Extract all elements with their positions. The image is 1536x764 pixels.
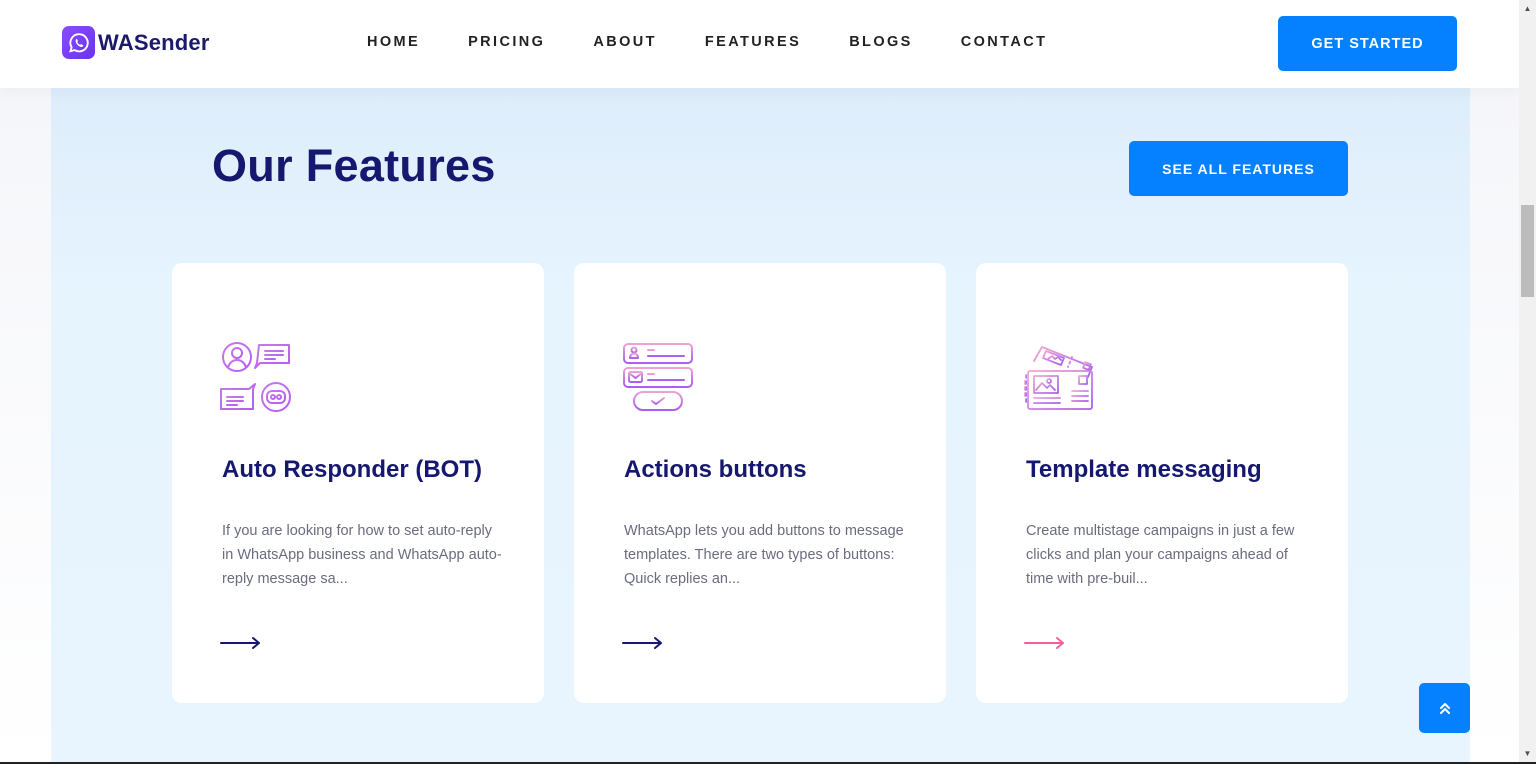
feature-card-actions-buttons[interactable]: Actions buttons WhatsApp lets you add bu… [574,263,946,703]
nav-item-contact[interactable]: CONTACT [961,34,1048,50]
scroll-up-arrow-icon[interactable]: ▲ [1519,0,1536,17]
features-section: Our Features SEE ALL FEATURES Auto Respo… [51,88,1470,762]
card-description: If you are looking for how to set auto-r… [222,523,502,587]
main-nav: HOME PRICING ABOUT FEATURES BLOGS CONTAC… [367,34,1095,50]
site-header: WASender HOME PRICING ABOUT FEATURES BLO… [0,0,1519,88]
brand-name: WASender [98,29,210,55]
card-title: Template messaging [1026,456,1262,483]
card-description: WhatsApp lets you add buttons to message… [624,523,904,587]
brand-logo[interactable]: WASender [62,26,210,59]
chat-bot-icon [220,342,291,412]
get-started-button[interactable]: GET STARTED [1278,16,1457,71]
template-postcard-icon [1024,346,1093,410]
nav-item-pricing[interactable]: PRICING [468,34,545,50]
card-title: Actions buttons [624,456,807,483]
action-buttons-icon [623,343,693,411]
nav-item-features[interactable]: FEATURES [705,34,801,50]
feature-card-auto-responder[interactable]: Auto Responder (BOT) If you are looking … [172,263,544,703]
scrollbar-thumb[interactable] [1521,205,1534,297]
page-scrollbar[interactable]: ▲ ▼ [1519,0,1536,762]
card-description: Create multistage campaigns in just a fe… [1026,523,1295,587]
card-title: Auto Responder (BOT) [222,456,482,483]
page-viewport: WASender HOME PRICING ABOUT FEATURES BLO… [0,0,1519,762]
section-title: Our Features [212,140,496,191]
scroll-to-top-button[interactable] [1419,683,1470,733]
scroll-down-arrow-icon[interactable]: ▼ [1519,745,1536,762]
feature-card-template-messaging[interactable]: Template messaging Create multistage cam… [976,263,1348,703]
whatsapp-icon [62,26,95,59]
see-all-features-button[interactable]: SEE ALL FEATURES [1129,141,1348,196]
double-chevron-up-icon [1439,703,1450,714]
nav-item-blogs[interactable]: BLOGS [849,34,913,50]
nav-item-about[interactable]: ABOUT [593,34,657,50]
nav-item-home[interactable]: HOME [367,34,420,50]
arrow-right-icon[interactable] [622,635,664,651]
arrow-right-icon[interactable] [1024,635,1066,651]
arrow-right-icon[interactable] [220,635,262,651]
